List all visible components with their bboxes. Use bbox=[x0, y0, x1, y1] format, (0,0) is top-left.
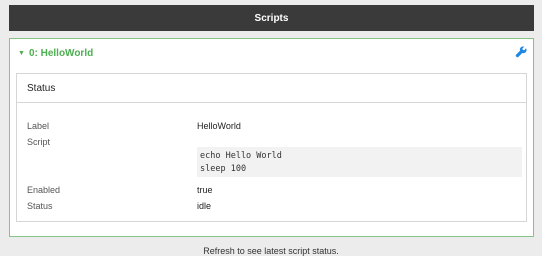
script-line: echo Hello World bbox=[200, 151, 282, 161]
label-key: Label bbox=[27, 121, 50, 131]
page-header: Scripts bbox=[9, 5, 534, 31]
script-line: sleep 100 bbox=[200, 164, 247, 174]
caret-down-icon[interactable]: ▼ bbox=[18, 50, 25, 57]
enabled-value: true bbox=[197, 185, 213, 195]
enabled-key: Enabled bbox=[27, 185, 61, 195]
wrench-icon[interactable] bbox=[515, 46, 527, 58]
script-panel: ▼ 0: HelloWorld Status Label HelloWorld … bbox=[9, 38, 534, 237]
page-title: Scripts bbox=[254, 12, 289, 24]
script-key: Script bbox=[27, 137, 51, 147]
label-value: HelloWorld bbox=[197, 121, 241, 131]
status-value: idle bbox=[197, 201, 212, 211]
script-panel-header[interactable]: ▼ 0: HelloWorld bbox=[10, 39, 533, 67]
script-panel-title[interactable]: 0: HelloWorld bbox=[29, 48, 93, 59]
script-code-block: echo Hello World sleep 100 bbox=[197, 147, 522, 177]
status-section: Status Label HelloWorld Script echo Hell… bbox=[16, 73, 527, 222]
status-key: Status bbox=[27, 201, 53, 211]
status-section-heading: Status bbox=[17, 74, 526, 103]
